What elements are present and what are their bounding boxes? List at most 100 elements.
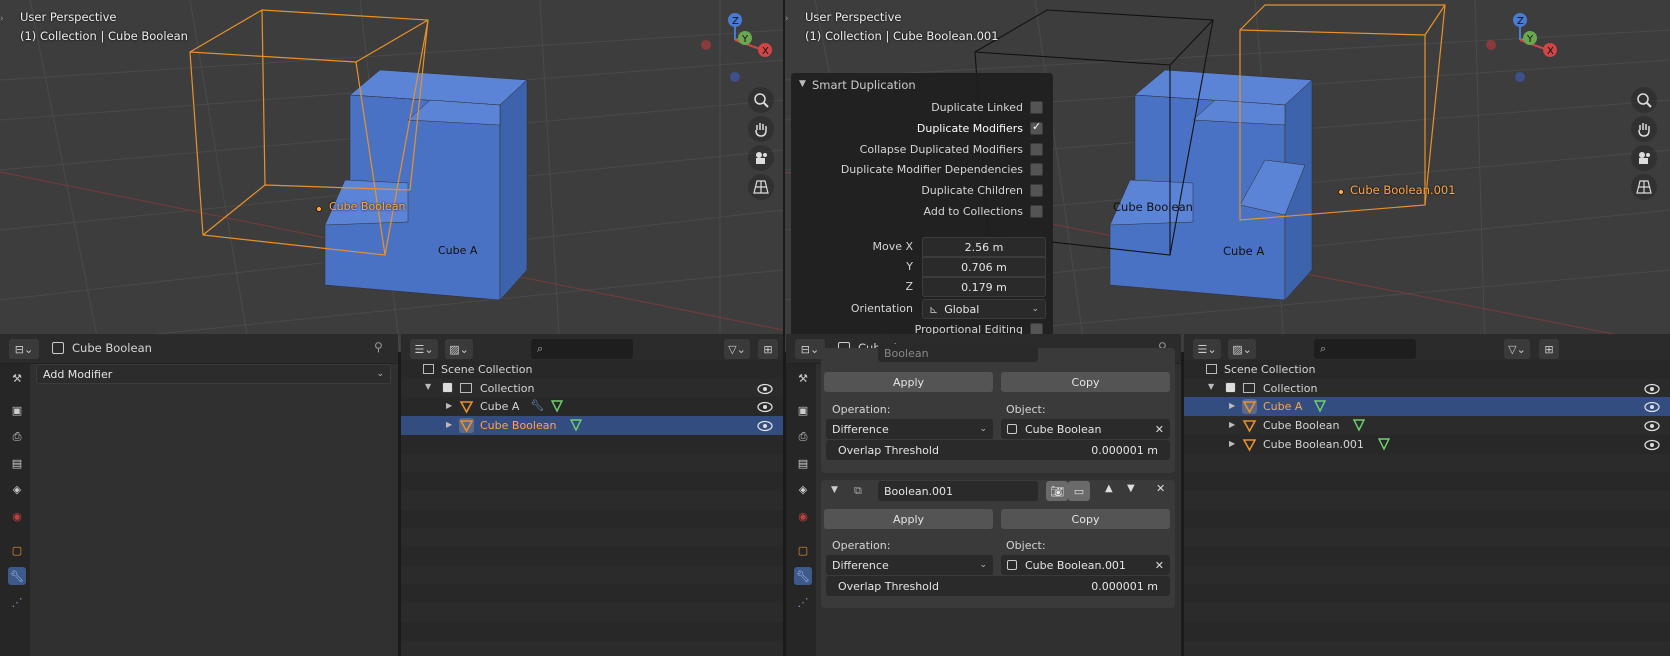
navigation-gizmo[interactable]: Z Y X [1480, 10, 1560, 85]
outliner-item-label[interactable]: Cube Boolean [1263, 419, 1339, 432]
perspective-grid-icon[interactable] [748, 174, 774, 200]
modifier-collapse-arrow-icon[interactable]: ▼ [831, 485, 838, 495]
render-toggle-camera-icon[interactable]: 📷︎ [1046, 481, 1068, 501]
new-collection-icon[interactable]: ⊞ [758, 339, 778, 359]
view-layer-icon[interactable]: ▤ [794, 454, 812, 472]
expand-arrow-icon[interactable]: ▶ [1229, 401, 1235, 410]
apply-button[interactable]: Apply [824, 509, 993, 529]
option-checkbox[interactable] [1030, 184, 1043, 198]
collection-checkbox[interactable] [1225, 381, 1236, 393]
mesh-data-icon[interactable] [1313, 399, 1327, 413]
output-icon[interactable]: ⎙ [8, 428, 26, 446]
expand-arrow-icon[interactable]: ▶ [446, 420, 452, 429]
smart-duplication-panel[interactable]: ▼ Smart Duplication Duplicate Linked Dupl… [791, 73, 1053, 347]
scene-icon[interactable]: ◈ [8, 480, 26, 498]
modifier-name-field[interactable]: Boolean.001 [878, 481, 1038, 501]
close-icon[interactable]: ✕ [1155, 559, 1164, 572]
new-collection-icon[interactable]: ⊞ [1539, 339, 1559, 359]
tool-settings-icon[interactable]: ⚒ [794, 369, 812, 387]
left-outliner[interactable]: ☰⌄ ▨⌄ ⌕ ▽⌄ ⊞ Scene Collection ▼ Collection… [401, 334, 783, 656]
copy-button[interactable]: Copy [1001, 372, 1170, 392]
filter-view-dropdown[interactable]: ▨⌄ [445, 339, 473, 359]
display-mode-dropdown[interactable]: ☰⌄ [410, 339, 438, 359]
operation-select[interactable]: Difference ⌄ [826, 419, 993, 439]
display-mode-dropdown[interactable]: ☰⌄ [1193, 339, 1221, 359]
tool-settings-icon[interactable]: ⚒ [8, 369, 26, 387]
particles-icon[interactable]: ⋰ [8, 593, 26, 611]
filter-icon[interactable]: ▽⌄ [724, 339, 750, 359]
copy-button[interactable]: Copy [1001, 509, 1170, 529]
object-properties-icon[interactable]: ▢ [8, 541, 26, 559]
navigation-gizmo[interactable]: Z Y X [695, 10, 775, 85]
render-icon[interactable]: ▣ [794, 401, 812, 419]
render-icon[interactable]: ▣ [8, 401, 26, 419]
pan-hand-icon[interactable] [1631, 116, 1657, 142]
viewport-toggle-monitor-icon[interactable]: ▭ [1068, 481, 1090, 501]
modifier-name-field[interactable]: Boolean [878, 344, 1038, 362]
option-checkbox[interactable] [1030, 205, 1043, 218]
world-icon[interactable]: ◉ [8, 507, 26, 525]
move-down-icon[interactable]: ▼ [1127, 483, 1135, 494]
scene-icon[interactable]: ◈ [794, 480, 812, 498]
move-x-field[interactable]: 2.56 m [922, 237, 1046, 257]
zoom-icon[interactable] [1631, 87, 1657, 113]
outliner-item-label[interactable]: Cube A [480, 400, 519, 413]
object-picker[interactable]: Cube Boolean ✕ [1001, 419, 1170, 439]
object-picker[interactable]: Cube Boolean.001 ✕ [1001, 555, 1170, 575]
close-icon[interactable]: ✕ [1155, 423, 1164, 436]
pin-icon[interactable]: ⚲ [374, 340, 383, 354]
collapse-arrow-right[interactable]: › [785, 14, 793, 26]
option-checkbox[interactable] [1030, 142, 1043, 156]
pan-hand-icon[interactable] [748, 116, 774, 142]
left-properties-editor[interactable]: ⊟⌄ Cube Boolean ⚲ ⚒ ▣ ⎙ ▤ ◈ ◉ ▢ 🔧︎ ⋰ Add… [0, 334, 398, 656]
apply-button[interactable]: Apply [824, 372, 993, 392]
right-outliner[interactable]: ☰⌄ ▨⌄ ⌕ ▽⌄ ⊞ Scene Collection ▼ Collection… [1184, 334, 1670, 656]
filter-icon[interactable]: ▽⌄ [1504, 339, 1530, 359]
close-icon[interactable]: ✕ [1156, 482, 1165, 495]
right-properties-editor[interactable]: ⊟⌄ Cube A ⚲ ⚒ ▣ ⎙ ▤ ◈ ◉ ▢ 🔧︎ ⋰ Boolean A… [786, 334, 1181, 656]
zoom-icon[interactable] [748, 87, 774, 113]
modifier-wrench-icon[interactable]: 🔧︎ [8, 567, 26, 585]
eye-icon[interactable] [757, 420, 773, 432]
modifier-wrench-icon[interactable]: 🔧︎ [530, 399, 544, 412]
editor-type-dropdown[interactable]: ⊟⌄ [9, 339, 39, 359]
eye-icon[interactable] [1644, 439, 1660, 451]
option-checkbox[interactable]: ✓ [1030, 120, 1043, 135]
overlap-threshold-field[interactable]: Overlap Threshold 0.000001 m [826, 576, 1170, 596]
left-viewport[interactable]: User Perspective (1) Collection | Cube B… [0, 0, 783, 352]
add-modifier-dropdown[interactable]: Add Modifier ⌄ [36, 364, 391, 384]
expand-arrow-icon[interactable]: ▼ [1208, 382, 1214, 391]
outliner-item-label[interactable]: Cube Boolean [480, 419, 556, 432]
outliner-item-label[interactable]: Cube Boolean.001 [1263, 438, 1364, 451]
move-y-field[interactable]: 0.706 m [922, 257, 1046, 277]
panel-collapse-arrow-icon[interactable]: ▼ [799, 79, 806, 89]
eye-icon[interactable] [1644, 401, 1660, 413]
eye-icon[interactable] [1644, 383, 1660, 395]
outliner-search-input[interactable]: ⌕ [1314, 339, 1416, 359]
camera-icon[interactable] [748, 145, 774, 171]
mesh-data-icon[interactable] [1377, 437, 1391, 451]
view-layer-icon[interactable]: ▤ [8, 454, 26, 472]
move-z-field[interactable]: 0.179 m [922, 277, 1046, 297]
operation-select[interactable]: Difference ⌄ [826, 555, 993, 575]
expand-arrow-icon[interactable]: ▶ [1229, 439, 1235, 448]
particles-icon[interactable]: ⋰ [794, 593, 812, 611]
expand-arrow-icon[interactable]: ▶ [1229, 420, 1235, 429]
mesh-data-icon[interactable] [569, 418, 583, 432]
right-viewport[interactable]: User Perspective (1) Collection | Cube B… [785, 0, 1670, 352]
overlap-threshold-field[interactable]: Overlap Threshold 0.000001 m [826, 440, 1170, 460]
object-properties-icon[interactable]: ▢ [794, 541, 812, 559]
orientation-select[interactable]: ⊾ Global ⌄ [922, 299, 1046, 319]
outliner-item-label[interactable]: Cube A [1263, 400, 1302, 413]
collapse-arrow-left[interactable]: › [0, 14, 8, 26]
mesh-data-icon[interactable] [1352, 418, 1366, 432]
option-checkbox[interactable] [1030, 101, 1043, 114]
eye-icon[interactable] [757, 401, 773, 413]
outliner-search-input[interactable]: ⌕ [531, 339, 633, 359]
mesh-data-icon[interactable] [550, 399, 564, 413]
camera-icon[interactable] [1631, 145, 1657, 171]
eye-icon[interactable] [1644, 420, 1660, 432]
collection-checkbox[interactable] [442, 381, 453, 393]
move-up-icon[interactable]: ▲ [1105, 483, 1113, 494]
expand-arrow-icon[interactable]: ▶ [446, 401, 452, 410]
